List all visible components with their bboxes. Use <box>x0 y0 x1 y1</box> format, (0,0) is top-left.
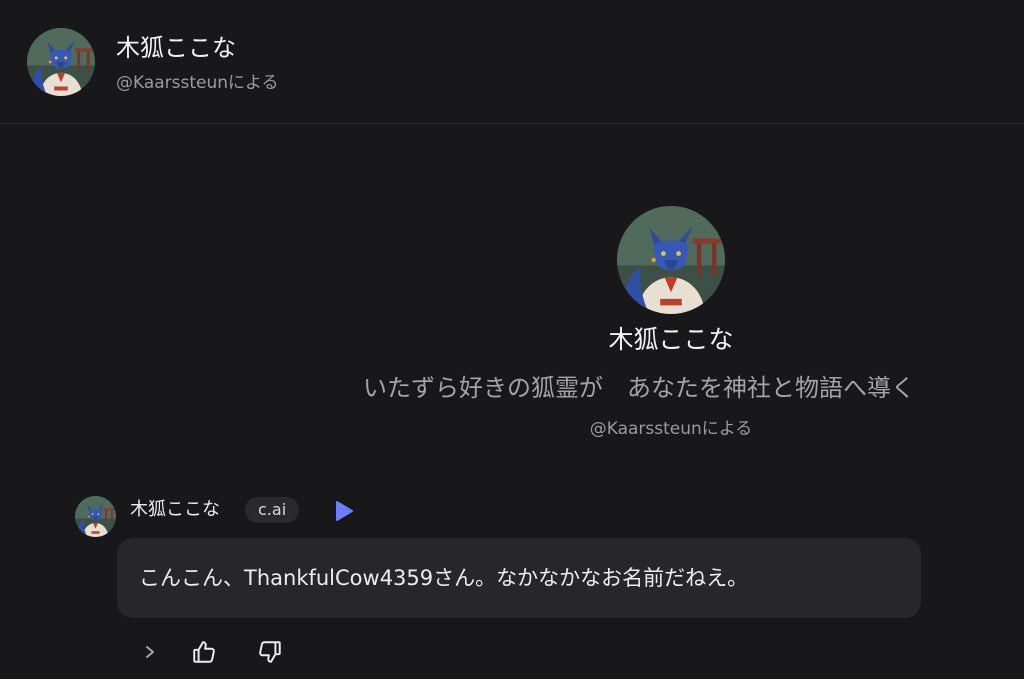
chat-screen: 木狐ここな @Kaarssteunによる 木狐ここな いたずら好きの狐霊が あな… <box>0 0 1024 679</box>
fox-spirit-portrait-icon <box>27 28 95 96</box>
message-sender-name: 木狐ここな <box>130 499 220 520</box>
dislike-button[interactable] <box>255 638 285 666</box>
header-character-name[interactable]: 木狐ここな <box>116 32 236 64</box>
chat-header: 木狐ここな @Kaarssteunによる <box>0 0 1024 124</box>
profile-avatar <box>617 206 725 314</box>
profile-tagline: いたずら好きの狐霊が あなたを神社と物語へ導く <box>363 374 915 402</box>
thumbs-up-icon <box>193 641 215 663</box>
header-creator-byline[interactable]: @Kaarssteunによる <box>116 71 279 95</box>
chevron-right-icon <box>146 646 154 658</box>
profile-name: 木狐ここな <box>608 325 734 354</box>
ai-badge: c.ai <box>245 497 300 523</box>
fox-spirit-portrait-icon <box>75 496 116 537</box>
fox-spirit-portrait-icon <box>617 206 725 314</box>
swipe-next-button[interactable] <box>140 638 160 666</box>
play-icon <box>336 501 353 521</box>
message-text: こんこん、ThankfulCow4359さん。なかなかなお名前だねえ。 <box>139 566 749 590</box>
profile-creator-byline[interactable]: @Kaarssteunによる <box>0 416 1024 442</box>
message-bubble: こんこん、ThankfulCow4359さん。なかなかなお名前だねえ。 <box>117 538 921 618</box>
like-button[interactable] <box>189 638 219 666</box>
play-voice-button[interactable] <box>331 498 357 524</box>
message-avatar <box>75 496 116 537</box>
thumbs-down-icon <box>259 641 281 663</box>
header-avatar[interactable] <box>27 28 95 96</box>
